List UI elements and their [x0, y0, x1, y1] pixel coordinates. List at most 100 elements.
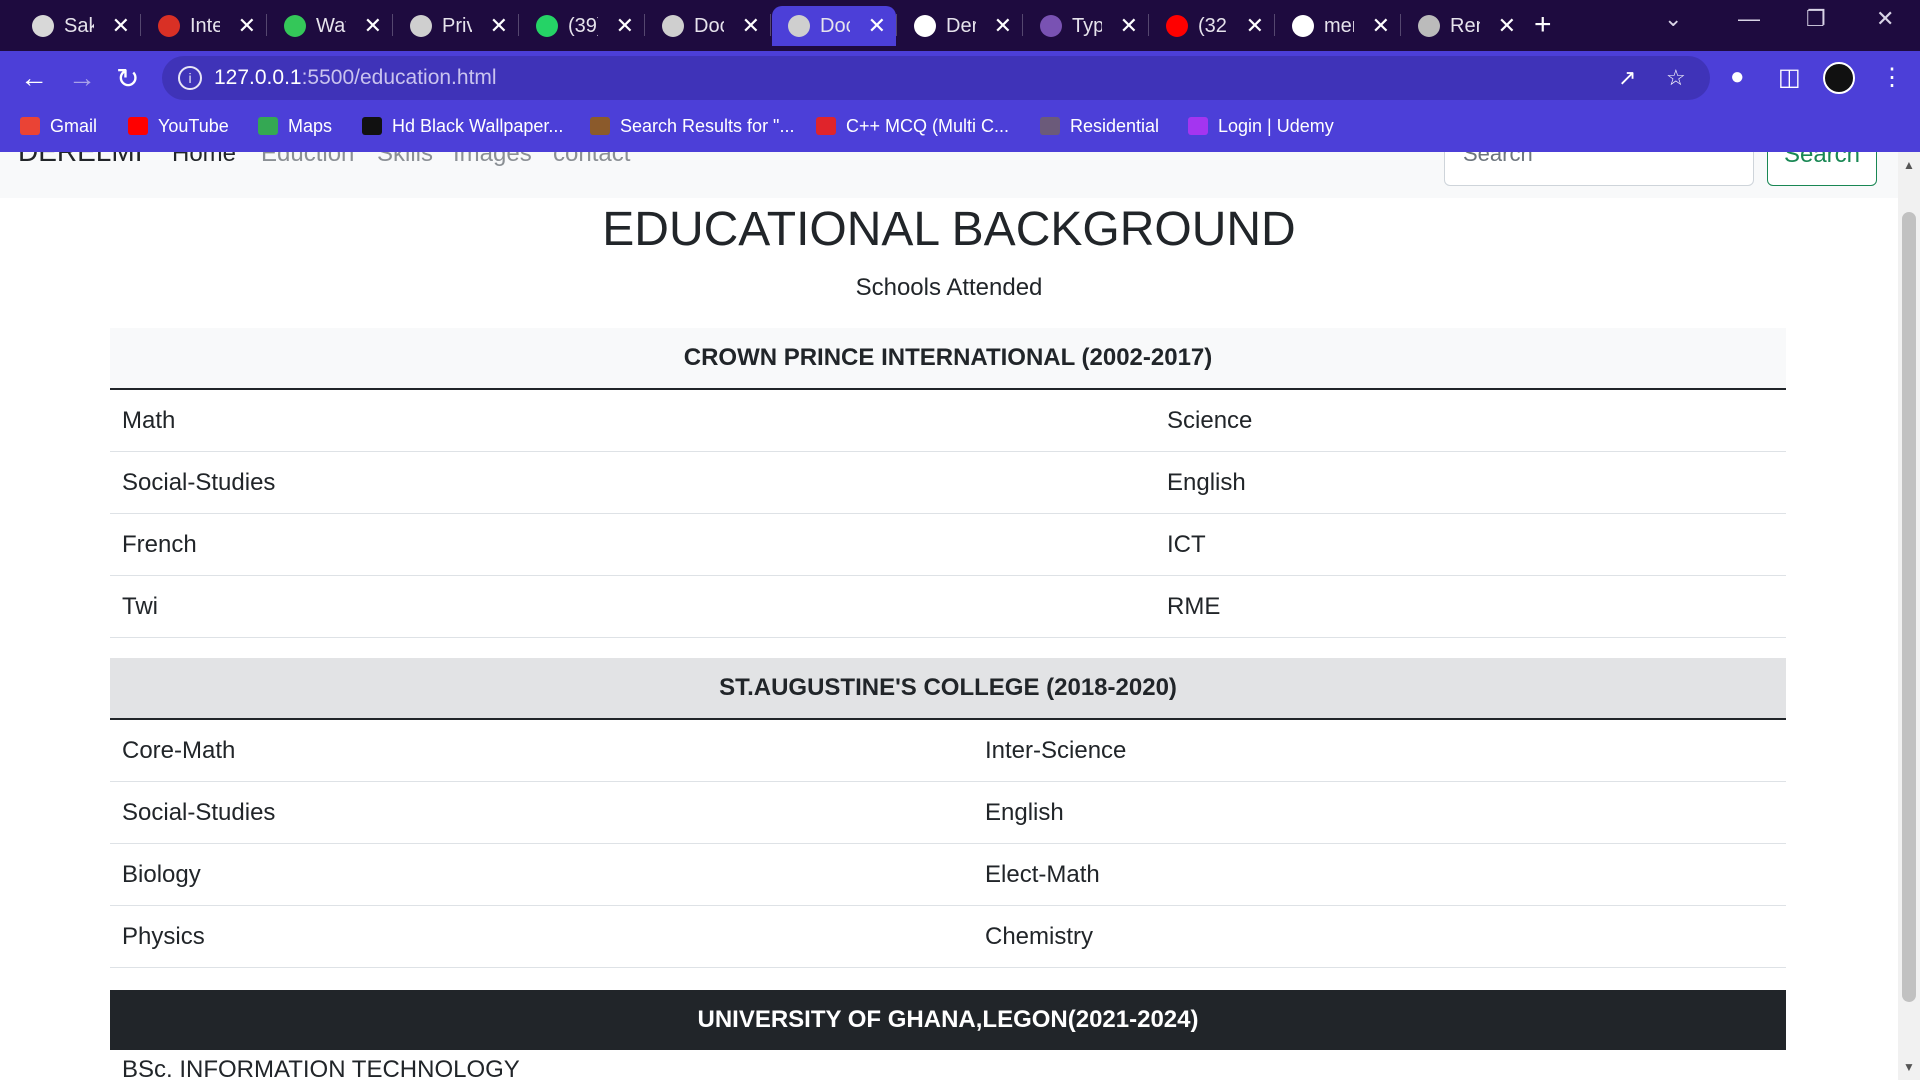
restore-button[interactable]: ❐ — [1806, 6, 1826, 32]
tab-title: Inte — [190, 15, 220, 37]
nav-link-skills[interactable]: Skills — [377, 152, 433, 168]
bookmark-item[interactable]: C++ MCQ (Multi C... — [816, 116, 1009, 137]
browser-tab[interactable]: Der ✕ — [898, 6, 1022, 46]
profile-avatar[interactable] — [1823, 62, 1855, 94]
page-title: EDUCATIONAL BACKGROUND — [602, 203, 1296, 256]
nav-link-contact[interactable]: contact — [553, 152, 630, 168]
tab-separator — [1400, 14, 1401, 36]
subject-cell: Physics — [110, 905, 973, 968]
bookmark-label: C++ MCQ (Multi C... — [846, 116, 1010, 136]
browser-tab[interactable]: Inte ✕ — [142, 6, 266, 46]
bookmark-label: Residential — [1070, 116, 1160, 136]
tab-title: Priv — [442, 15, 472, 37]
scroll-up-arrow-icon[interactable]: ▲ — [1903, 158, 1915, 172]
forward-button[interactable]: → — [68, 62, 96, 94]
browser-tab[interactable]: Priv ✕ — [394, 6, 518, 46]
globe-icon — [788, 15, 810, 37]
bookmark-item[interactable]: Hd Black Wallpaper... — [362, 116, 563, 137]
browser-tab[interactable]: (39) ✕ — [520, 6, 644, 46]
bookmark-item[interactable]: Maps — [258, 116, 332, 137]
degree-cell: BSc. INFORMATION TECHNOLOGY — [110, 1050, 1786, 1080]
udemy-icon — [1188, 117, 1208, 135]
bookmark-label: Maps — [288, 116, 333, 136]
url-text[interactable]: 127.0.0.1:5500/education.html — [214, 66, 497, 90]
tab-separator — [392, 14, 393, 36]
browser-tab[interactable]: (32 ✕ — [1150, 6, 1274, 46]
new-tab-button[interactable]: + — [1534, 8, 1552, 42]
tab-close-icon[interactable]: ✕ — [868, 13, 886, 39]
browser-tab[interactable]: Typ ✕ — [1024, 6, 1148, 46]
bookmark-label: Hd Black Wallpaper... — [392, 116, 564, 136]
table-row: Core-Math Inter-Science — [110, 719, 1786, 782]
subject-cell: Biology — [110, 843, 973, 906]
browser-tab[interactable]: Sak ✕ — [16, 6, 140, 46]
table-row: Social-Studies English — [110, 451, 1786, 514]
share-icon[interactable]: ↗ — [1618, 65, 1636, 91]
tab-close-icon[interactable]: ✕ — [238, 13, 256, 39]
minimize-button[interactable]: — — [1738, 6, 1760, 32]
tab-close-icon[interactable]: ✕ — [742, 13, 760, 39]
nav-link-home[interactable]: Home — [172, 152, 236, 168]
subject-cell: Social-Studies — [110, 781, 973, 844]
tab-close-icon[interactable]: ✕ — [490, 13, 508, 39]
browser-tab[interactable]: Ren ✕ — [1402, 6, 1526, 46]
reload-button[interactable]: ↻ — [116, 62, 139, 95]
browser-tab[interactable]: Doc ✕ — [646, 6, 770, 46]
navbar-brand[interactable]: DERELMI — [18, 152, 142, 168]
nav-link-images[interactable]: Images — [453, 152, 532, 168]
tab-title: Der — [946, 15, 976, 37]
tab-close-icon[interactable]: ✕ — [1246, 13, 1264, 39]
tab-separator — [770, 14, 771, 36]
tab-separator — [644, 14, 645, 36]
scrollbar-thumb[interactable] — [1902, 212, 1916, 1002]
navbar-search-button[interactable]: Search — [1767, 152, 1877, 186]
menu-kebab-icon[interactable]: ⋮ — [1880, 63, 1904, 92]
browser-tab[interactable]: mer ✕ — [1276, 6, 1400, 46]
tab-title: Doc — [694, 15, 724, 37]
tab-close-icon[interactable]: ✕ — [1120, 13, 1138, 39]
browser-tab[interactable]: Wat ✕ — [268, 6, 392, 46]
back-button[interactable]: ← — [20, 62, 48, 94]
google-icon — [1292, 15, 1314, 37]
bookmark-item[interactable]: Gmail — [20, 116, 97, 137]
browser-tab[interactable]: Doc ✕ — [772, 6, 896, 46]
residential-icon — [1040, 117, 1060, 135]
bookmark-item[interactable]: Search Results for "... — [590, 116, 794, 137]
close-window-button[interactable]: ✕ — [1876, 6, 1894, 32]
nav-link-eduction[interactable]: Eduction — [261, 152, 354, 168]
bookmark-star-icon[interactable]: ☆ — [1666, 65, 1686, 91]
tab-close-icon[interactable]: ✕ — [1498, 13, 1516, 39]
tab-close-icon[interactable]: ✕ — [1372, 13, 1390, 39]
school-table-st-augustines: ST.AUGUSTINE'S COLLEGE (2018-2020) Core-… — [110, 658, 1786, 968]
bootstrap-icon — [1040, 15, 1062, 37]
table-row: Social-Studies English — [110, 781, 1786, 844]
navbar-search-input[interactable]: Search — [1444, 152, 1754, 186]
tab-close-icon[interactable]: ✕ — [616, 13, 634, 39]
site-info-icon[interactable]: i — [178, 66, 202, 90]
tab-close-icon[interactable]: ✕ — [364, 13, 382, 39]
subject-cell: Core-Math — [110, 719, 973, 782]
tab-title: (39) — [568, 15, 598, 37]
tab-close-icon[interactable]: ✕ — [994, 13, 1012, 39]
tab-separator — [896, 14, 897, 36]
site-navbar: DERELMI Home Eduction Skills Images cont… — [0, 152, 1898, 198]
subject-cell: RME — [1155, 575, 1786, 638]
tab-search-chevron-icon[interactable]: ⌄ — [1664, 6, 1682, 32]
extensions-icon[interactable]: ● — [1730, 63, 1745, 91]
tab-strip: Sak✕Inte✕Wat✕Priv✕(39)✕Doc✕Doc✕Der✕Typ✕(… — [0, 0, 1920, 51]
tab-separator — [518, 14, 519, 36]
vertical-scrollbar[interactable]: ▲ ▼ — [1898, 152, 1920, 1080]
bookmark-item[interactable]: Login | Udemy — [1188, 116, 1334, 137]
bookmark-item[interactable]: YouTube — [128, 116, 229, 137]
subject-cell: ICT — [1155, 513, 1786, 576]
page-viewport: DERELMI Home Eduction Skills Images cont… — [0, 152, 1898, 1080]
bookmark-label: Gmail — [50, 116, 98, 136]
subject-cell: Social-Studies — [110, 451, 1155, 514]
address-bar[interactable]: i 127.0.0.1:5500/education.html ↗ ☆ — [162, 56, 1710, 100]
tab-title: Doc — [820, 15, 850, 37]
scroll-down-arrow-icon[interactable]: ▼ — [1903, 1060, 1915, 1074]
tab-title: Sak — [64, 15, 94, 37]
tab-close-icon[interactable]: ✕ — [112, 13, 130, 39]
side-panel-icon[interactable]: ◫ — [1778, 63, 1801, 92]
bookmark-item[interactable]: Residential — [1040, 116, 1159, 137]
